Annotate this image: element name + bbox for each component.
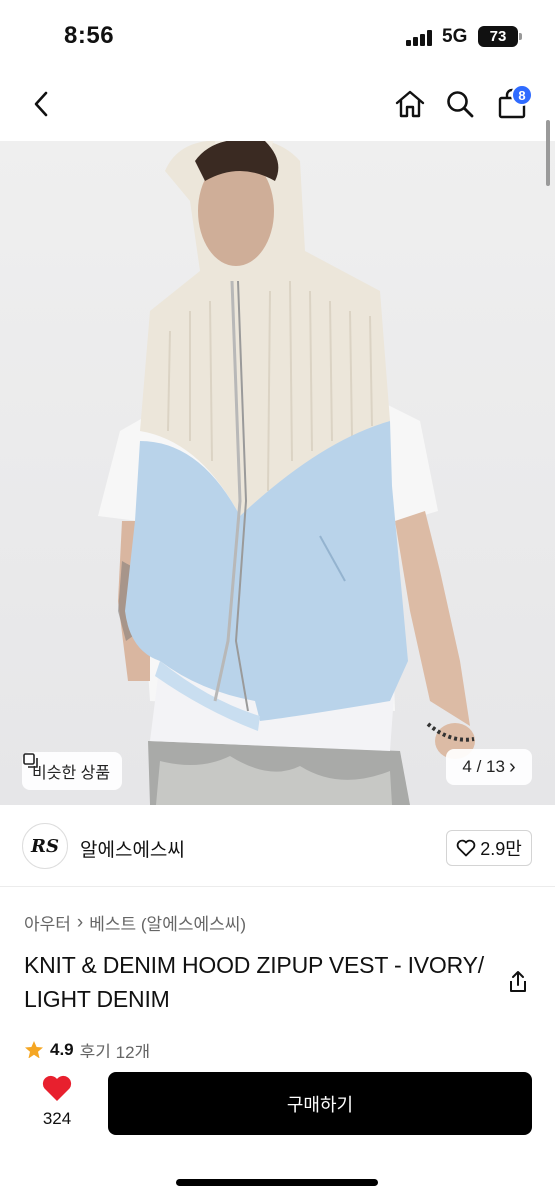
buy-button[interactable]: 구매하기 <box>108 1072 532 1135</box>
image-counter-text: 4 / 13 <box>462 757 505 776</box>
search-icon <box>447 91 474 118</box>
home-button[interactable] <box>390 84 430 124</box>
copy-icon <box>23 753 38 768</box>
brand-logo-text: RS <box>31 835 59 857</box>
breadcrumb-vest[interactable]: 베스트 (알에스에스씨) <box>89 910 246 935</box>
search-button[interactable] <box>440 84 480 124</box>
chevron-right-icon: › <box>508 755 516 778</box>
similar-products-button[interactable]: 비슷한 상품 <box>22 752 123 790</box>
chevron-left-icon <box>34 91 48 117</box>
wishlist-count: 324 <box>42 1109 72 1128</box>
share-button[interactable] <box>504 968 532 996</box>
battery-icon: 73 <box>478 26 518 47</box>
home-indicator <box>176 1179 378 1186</box>
signal-icon <box>406 30 434 46</box>
brand-name[interactable]: 알에스에스씨 <box>80 835 185 862</box>
breadcrumb-separator: › <box>76 911 84 933</box>
brand-like-button[interactable]: 2.9만 <box>446 830 532 866</box>
brand-logo[interactable]: RS <box>22 823 68 869</box>
product-photo <box>98 141 475 805</box>
star-icon <box>25 1041 43 1059</box>
battery-tip <box>519 33 522 40</box>
similar-products-label: 비슷한 상품 <box>32 765 111 782</box>
cart-badge: 8 <box>511 84 533 106</box>
share-icon <box>510 971 526 992</box>
product-title: KNIT & DENIM HOOD ZIPUP VEST - IVORY/LIG… <box>24 952 484 1012</box>
status-bar: 8:56 5G 73 <box>0 0 555 70</box>
heart-filled-icon <box>42 1075 72 1101</box>
breadcrumb: 아우터 › 베스트 (알에스에스씨) <box>24 910 246 935</box>
network-label: 5G <box>442 26 468 47</box>
scrollbar[interactable] <box>546 120 550 186</box>
brand-row: RS 알에스에스씨 2.9만 <box>0 805 555 887</box>
rating-value: 4.9 <box>50 1040 74 1059</box>
breadcrumb-outer[interactable]: 아우터 <box>24 910 71 935</box>
top-nav <box>0 78 555 134</box>
heart-outline-icon <box>456 839 476 857</box>
brand-like-count: 2.9만 <box>480 839 522 859</box>
wishlist-button[interactable]: 324 <box>34 1074 80 1129</box>
product-image[interactable]: 비슷한 상품 4 / 13 › <box>0 141 555 805</box>
back-button[interactable] <box>22 84 62 124</box>
image-counter[interactable]: 4 / 13 › <box>446 749 532 785</box>
status-time: 8:56 <box>64 22 115 49</box>
home-icon <box>395 90 425 118</box>
